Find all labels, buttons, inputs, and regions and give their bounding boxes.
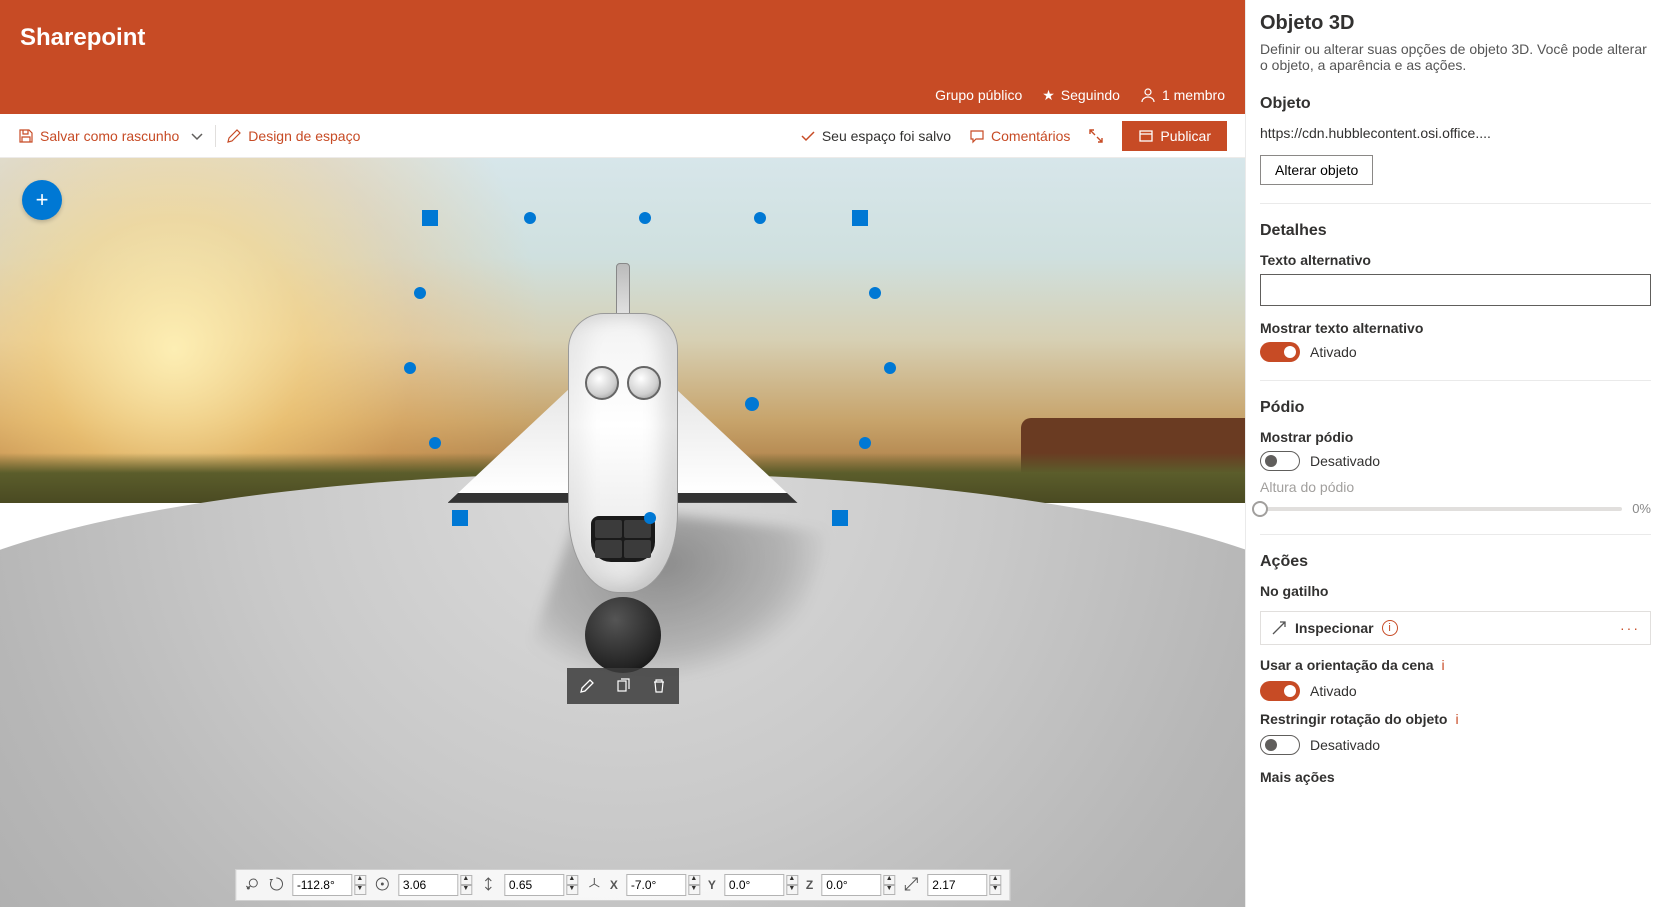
y-label: Y	[708, 878, 716, 892]
trash-icon	[651, 678, 667, 694]
members-label: 1 membro	[1162, 87, 1225, 103]
info-icon[interactable]: i	[1455, 711, 1458, 727]
space-design-button[interactable]: Design de espaço	[226, 128, 360, 144]
trigger-label: No gatilho	[1260, 583, 1651, 599]
expand-icon	[1271, 620, 1287, 636]
more-actions-label: Mais ações	[1260, 769, 1651, 785]
x-input[interactable]: ▲▼	[626, 874, 700, 896]
publish-button[interactable]: Publicar	[1122, 121, 1227, 151]
members-link[interactable]: 1 membro	[1140, 87, 1225, 103]
orientation-toggle[interactable]	[1260, 681, 1300, 701]
scale-icon	[903, 876, 919, 895]
saved-indicator: Seu espaço foi salvo	[800, 128, 951, 144]
save-icon	[18, 128, 34, 144]
save-draft-dropdown[interactable]	[189, 128, 205, 144]
distance-icon	[374, 876, 390, 895]
z-label: Z	[806, 878, 813, 892]
shuttle-3d-object[interactable]	[508, 293, 738, 633]
group-visibility[interactable]: Grupo público	[935, 87, 1022, 103]
show-alt-toggle[interactable]	[1260, 342, 1300, 362]
comments-label: Comentários	[991, 128, 1070, 144]
delete-button[interactable]	[645, 672, 673, 700]
restrict-toggle[interactable]	[1260, 735, 1300, 755]
podium-section-title: Pódio	[1260, 399, 1651, 417]
pencil-icon	[226, 128, 242, 144]
people-icon	[1140, 87, 1156, 103]
height-icon	[480, 876, 496, 895]
object-section-title: Objeto	[1260, 95, 1651, 113]
app-header: Sharepoint	[0, 0, 1245, 76]
panel-title: Objeto 3D	[1260, 12, 1651, 35]
object-context-toolbar	[567, 668, 679, 704]
show-podium-toggle[interactable]	[1260, 451, 1300, 471]
alt-text-label: Texto alternativo	[1260, 252, 1651, 268]
saved-label: Seu espaço foi salvo	[822, 128, 951, 144]
height-input[interactable]: ▲▼	[504, 874, 578, 896]
properties-panel: Objeto 3D Definir ou alterar suas opções…	[1245, 0, 1665, 907]
site-header: Grupo público ★ Seguindo 1 membro	[0, 76, 1245, 114]
chevron-down-icon	[189, 128, 205, 144]
rotation-input[interactable]: ▲▼	[292, 874, 366, 896]
pencil-icon	[579, 678, 595, 694]
check-icon	[800, 128, 816, 144]
following-label: Seguindo	[1061, 87, 1120, 103]
comments-button[interactable]: Comentários	[969, 128, 1070, 144]
transform-bar: ▲▼ ▲▼ ▲▼ X ▲▼ Y ▲▼ Z ▲▼ ▲▼	[235, 869, 1010, 901]
podium-height-slider	[1260, 507, 1622, 511]
axis-icon	[586, 876, 602, 895]
following-link[interactable]: ★ Seguindo	[1042, 87, 1120, 104]
orientation-state: Ativado	[1310, 683, 1357, 699]
restrict-state: Desativado	[1310, 737, 1380, 753]
actions-section-title: Ações	[1260, 553, 1651, 571]
podium-height-label: Altura do pódio	[1260, 479, 1651, 495]
object-url: https://cdn.hubblecontent.osi.office....	[1260, 125, 1651, 141]
publish-icon	[1138, 128, 1154, 144]
orientation-label: Usar a orientação da cena	[1260, 657, 1434, 673]
add-object-button[interactable]: +	[22, 180, 62, 220]
change-object-button[interactable]: Alterar objeto	[1260, 155, 1373, 185]
star-icon: ★	[1042, 87, 1055, 104]
restrict-label: Restringir rotação do objeto	[1260, 711, 1447, 727]
save-draft-button[interactable]: Salvar como rascunho	[18, 128, 179, 144]
alt-text-input[interactable]	[1260, 274, 1651, 306]
save-draft-label: Salvar como rascunho	[40, 128, 179, 144]
copy-icon	[615, 678, 631, 694]
edit-button[interactable]	[573, 672, 601, 700]
z-input[interactable]: ▲▼	[821, 874, 895, 896]
command-bar: Salvar como rascunho Design de espaço Se…	[0, 114, 1245, 158]
info-icon[interactable]: i	[1442, 657, 1445, 673]
inspect-action[interactable]: Inspecionar i ···	[1260, 611, 1651, 645]
plus-icon: +	[36, 187, 49, 213]
panel-description: Definir ou alterar suas opções de objeto…	[1260, 41, 1651, 73]
expand-icon	[1088, 128, 1104, 144]
y-input[interactable]: ▲▼	[724, 874, 798, 896]
copy-button[interactable]	[609, 672, 637, 700]
show-alt-label: Mostrar texto alternativo	[1260, 320, 1651, 336]
distance-input[interactable]: ▲▼	[398, 874, 472, 896]
publish-label: Publicar	[1160, 128, 1211, 144]
podium-height-value: 0%	[1632, 501, 1651, 516]
more-icon[interactable]: ···	[1620, 620, 1640, 636]
rotate-tool-icon[interactable]	[268, 876, 284, 895]
expand-button[interactable]	[1088, 128, 1104, 144]
scale-input[interactable]: ▲▼	[927, 874, 1001, 896]
show-podium-label: Mostrar pódio	[1260, 429, 1651, 445]
inspect-label: Inspecionar	[1295, 620, 1374, 636]
info-icon[interactable]: i	[1382, 620, 1398, 636]
space-canvas[interactable]: +	[0, 158, 1245, 907]
comment-icon	[969, 128, 985, 144]
rotate-icon	[244, 876, 260, 895]
x-label: X	[610, 878, 618, 892]
show-alt-state: Ativado	[1310, 344, 1357, 360]
details-section-title: Detalhes	[1260, 222, 1651, 240]
space-design-label: Design de espaço	[248, 128, 360, 144]
show-podium-state: Desativado	[1310, 453, 1380, 469]
brand-title: Sharepoint	[20, 24, 145, 52]
divider	[215, 125, 216, 147]
